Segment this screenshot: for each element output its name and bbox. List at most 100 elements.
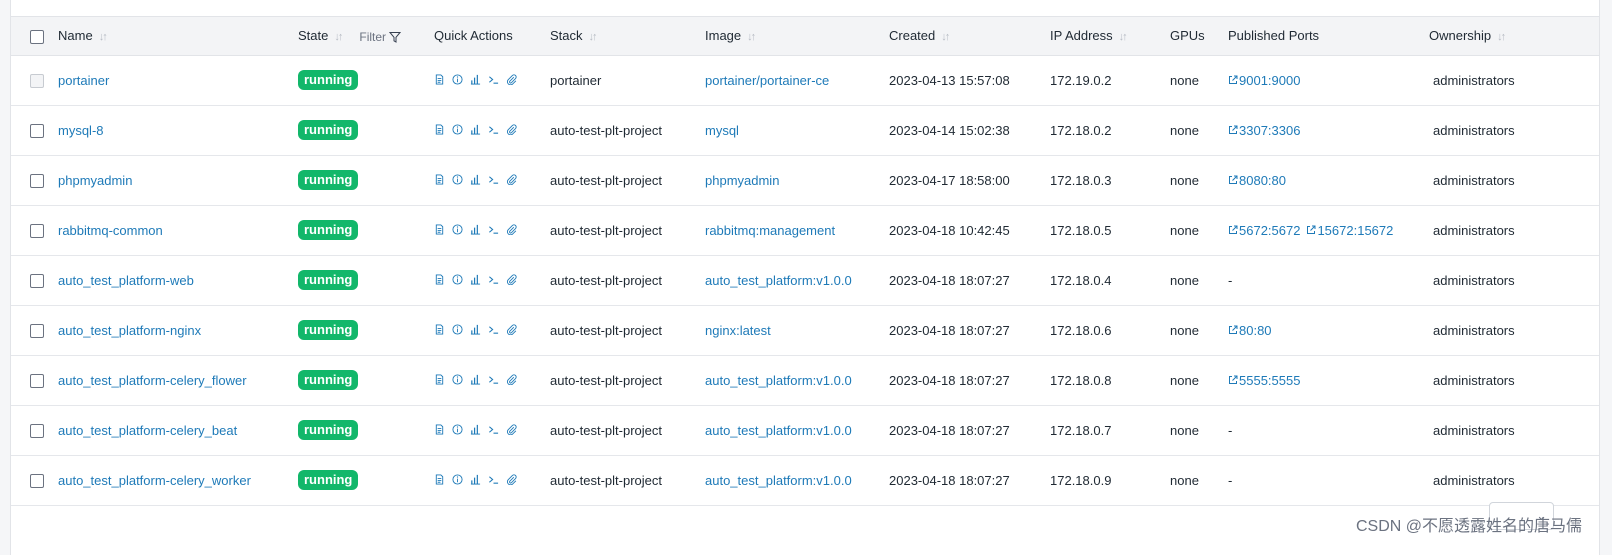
- sort-icon[interactable]: ↓↑: [941, 31, 950, 43]
- logs-icon[interactable]: [434, 223, 445, 235]
- header-image[interactable]: Image ↓↑: [705, 17, 889, 55]
- logs-icon[interactable]: [434, 273, 445, 285]
- image-link[interactable]: phpmyadmin: [705, 173, 779, 188]
- console-icon[interactable]: [488, 124, 499, 135]
- sort-icon[interactable]: ↓↑: [99, 31, 108, 43]
- attach-icon[interactable]: [506, 173, 517, 185]
- image-link[interactable]: auto_test_platform:v1.0.0: [705, 423, 852, 438]
- logs-icon[interactable]: [434, 73, 445, 85]
- state-filter-button[interactable]: Filter: [359, 30, 402, 44]
- container-name-link[interactable]: auto_test_platform-celery_worker: [58, 473, 251, 488]
- image-link[interactable]: auto_test_platform:v1.0.0: [705, 273, 852, 288]
- console-icon[interactable]: [488, 474, 499, 485]
- row-checkbox[interactable]: [30, 123, 44, 138]
- console-icon[interactable]: [488, 274, 499, 285]
- container-name-link[interactable]: auto_test_platform-nginx: [58, 323, 201, 338]
- stats-icon[interactable]: [470, 374, 481, 385]
- image-link[interactable]: nginx:latest: [705, 323, 771, 338]
- table-row[interactable]: mysql-8 running auto-test-plt-project mysql…: [11, 105, 1599, 155]
- inspect-icon[interactable]: [452, 323, 463, 335]
- image-link[interactable]: mysql: [705, 123, 739, 138]
- row-checkbox[interactable]: [30, 373, 44, 388]
- logs-icon[interactable]: [434, 173, 445, 185]
- table-row[interactable]: rabbitmq-common running auto-test-plt-proj…: [11, 205, 1599, 255]
- console-icon[interactable]: [488, 374, 499, 385]
- header-ownership[interactable]: Ownership ↓↑: [1429, 17, 1599, 55]
- attach-icon[interactable]: [506, 273, 517, 285]
- table-row[interactable]: portainer running portainer portainer/porta…: [11, 55, 1599, 105]
- stats-icon[interactable]: [470, 74, 481, 85]
- container-name-link[interactable]: phpmyadmin: [58, 173, 132, 188]
- inspect-icon[interactable]: [452, 223, 463, 235]
- image-link[interactable]: auto_test_platform:v1.0.0: [705, 373, 852, 388]
- sort-icon[interactable]: ↓↑: [1119, 31, 1128, 43]
- stats-icon[interactable]: [470, 424, 481, 435]
- stats-icon[interactable]: [470, 274, 481, 285]
- header-created[interactable]: Created ↓↑: [889, 17, 1050, 55]
- table-row[interactable]: auto_test_platform-celery_worker running a…: [11, 455, 1599, 505]
- sort-icon[interactable]: ↓↑: [334, 31, 343, 43]
- stats-icon[interactable]: [470, 474, 481, 485]
- sort-icon[interactable]: ↓↑: [747, 31, 756, 43]
- published-port-link[interactable]: 80:80: [1228, 323, 1272, 338]
- row-checkbox[interactable]: [30, 173, 44, 188]
- console-icon[interactable]: [488, 324, 499, 335]
- attach-icon[interactable]: [506, 123, 517, 135]
- published-port-link[interactable]: 8080:80: [1228, 173, 1286, 188]
- sort-icon[interactable]: ↓↑: [1497, 31, 1506, 43]
- attach-icon[interactable]: [506, 423, 517, 435]
- container-name-link[interactable]: auto_test_platform-celery_beat: [58, 423, 237, 438]
- inspect-icon[interactable]: [452, 373, 463, 385]
- row-checkbox[interactable]: [30, 323, 44, 338]
- table-row[interactable]: phpmyadmin running auto-test-plt-project ph…: [11, 155, 1599, 205]
- row-checkbox[interactable]: [30, 423, 44, 438]
- container-name-link[interactable]: mysql-8: [58, 123, 104, 138]
- table-row[interactable]: auto_test_platform-web running auto-test-p…: [11, 255, 1599, 305]
- logs-icon[interactable]: [434, 373, 445, 385]
- header-ip[interactable]: IP Address ↓↑: [1050, 17, 1170, 55]
- row-checkbox[interactable]: [30, 273, 44, 288]
- published-port-link[interactable]: 5555:5555: [1228, 373, 1300, 388]
- container-name-link[interactable]: portainer: [58, 73, 109, 88]
- image-link[interactable]: rabbitmq:management: [705, 223, 835, 238]
- image-link[interactable]: portainer/portainer-ce: [705, 73, 829, 88]
- stats-icon[interactable]: [470, 124, 481, 135]
- attach-icon[interactable]: [506, 73, 517, 85]
- published-port-link[interactable]: 5672:5672: [1228, 223, 1300, 238]
- container-name-link[interactable]: rabbitmq-common: [58, 223, 163, 238]
- row-checkbox[interactable]: [30, 223, 44, 238]
- logs-icon[interactable]: [434, 423, 445, 435]
- container-name-link[interactable]: auto_test_platform-celery_flower: [58, 373, 247, 388]
- header-stack[interactable]: Stack ↓↑: [550, 17, 705, 55]
- logs-icon[interactable]: [434, 123, 445, 135]
- inspect-icon[interactable]: [452, 423, 463, 435]
- select-all-checkbox[interactable]: [30, 29, 44, 44]
- table-row[interactable]: auto_test_platform-celery_flower running a…: [11, 355, 1599, 405]
- console-icon[interactable]: [488, 174, 499, 185]
- published-port-link[interactable]: 9001:9000: [1228, 73, 1300, 88]
- console-icon[interactable]: [488, 74, 499, 85]
- container-name-link[interactable]: auto_test_platform-web: [58, 273, 194, 288]
- header-name[interactable]: Name ↓↑: [58, 17, 298, 55]
- console-icon[interactable]: [488, 424, 499, 435]
- logs-icon[interactable]: [434, 473, 445, 485]
- attach-icon[interactable]: [506, 323, 517, 335]
- row-checkbox[interactable]: [30, 473, 44, 488]
- attach-icon[interactable]: [506, 373, 517, 385]
- published-port-link[interactable]: 15672:15672: [1306, 223, 1393, 238]
- attach-icon[interactable]: [506, 223, 517, 235]
- table-row[interactable]: auto_test_platform-nginx running auto-test…: [11, 305, 1599, 355]
- stats-icon[interactable]: [470, 224, 481, 235]
- image-link[interactable]: auto_test_platform:v1.0.0: [705, 473, 852, 488]
- attach-icon[interactable]: [506, 473, 517, 485]
- published-port-link[interactable]: 3307:3306: [1228, 123, 1300, 138]
- table-row[interactable]: auto_test_platform-celery_beat running aut…: [11, 405, 1599, 455]
- inspect-icon[interactable]: [452, 73, 463, 85]
- header-state[interactable]: State ↓↑ Filter: [298, 17, 434, 55]
- stats-icon[interactable]: [470, 324, 481, 335]
- stats-icon[interactable]: [470, 174, 481, 185]
- sort-icon[interactable]: ↓↑: [589, 31, 598, 43]
- console-icon[interactable]: [488, 224, 499, 235]
- logs-icon[interactable]: [434, 323, 445, 335]
- inspect-icon[interactable]: [452, 173, 463, 185]
